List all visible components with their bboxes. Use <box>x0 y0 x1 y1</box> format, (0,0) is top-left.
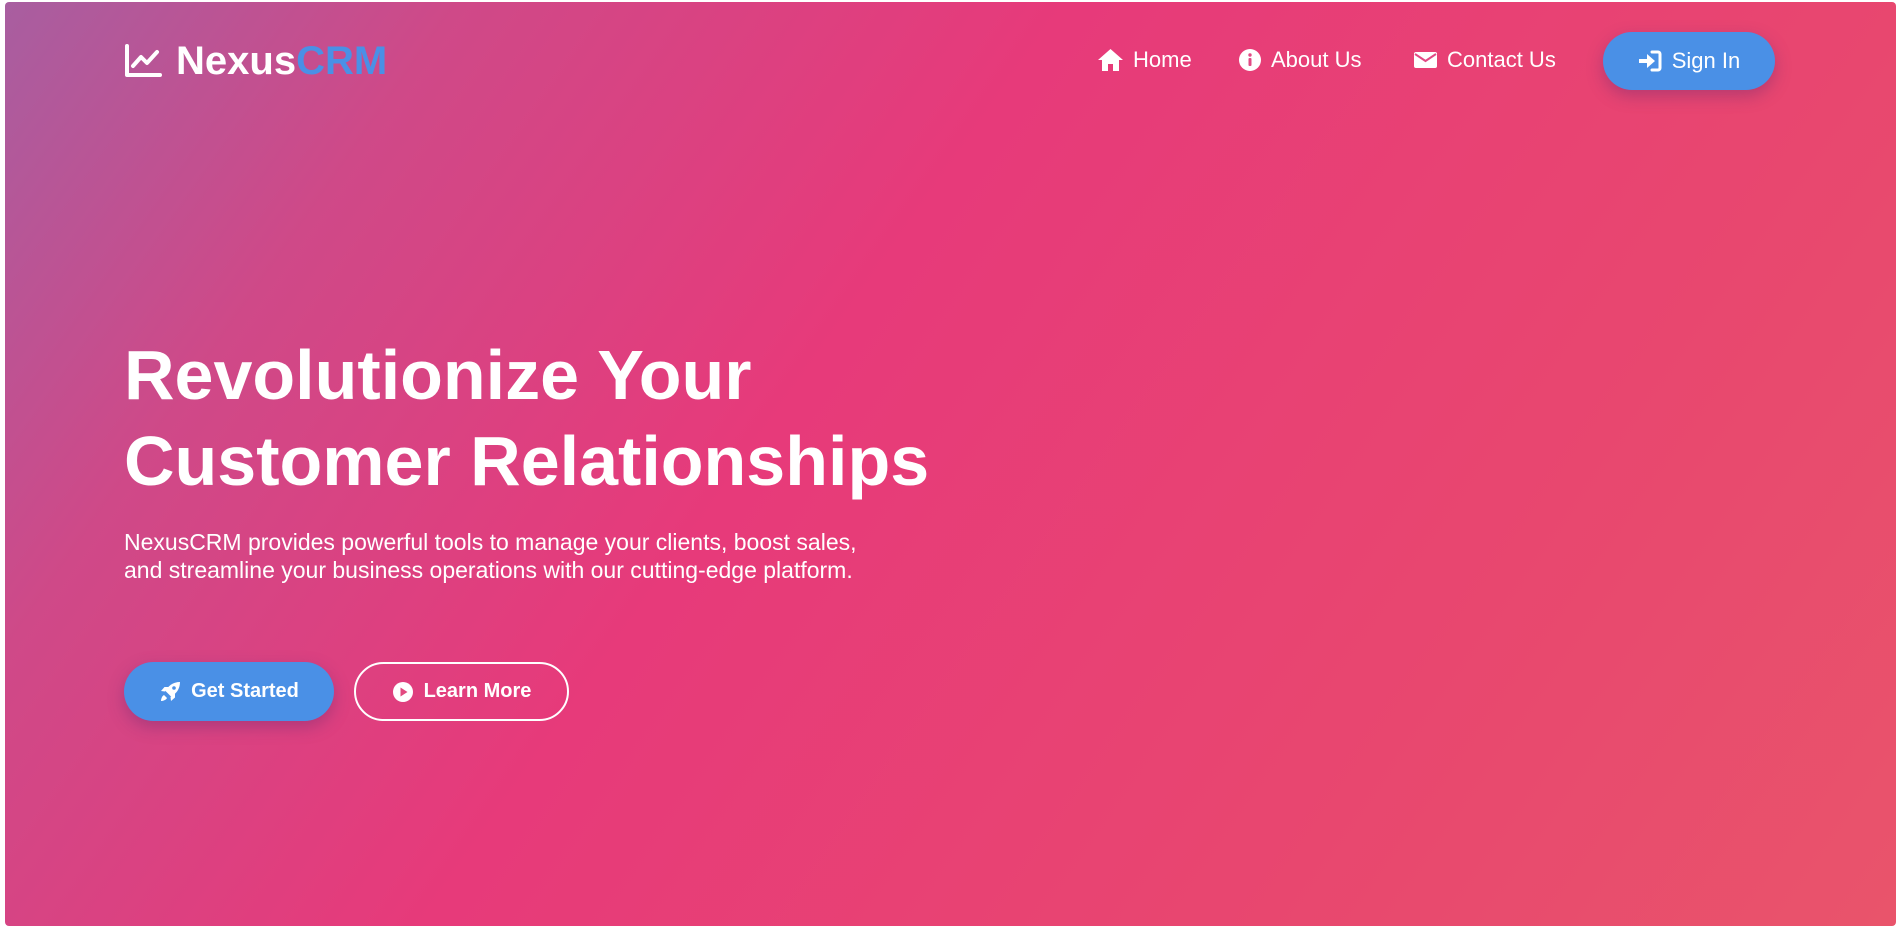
learn-more-button[interactable]: Learn More <box>354 662 569 721</box>
hero-headline: Revolutionize Your Customer Relationship… <box>124 332 1024 504</box>
nav-about-label: About Us <box>1271 47 1362 72</box>
sign-in-label: Sign In <box>1671 48 1741 73</box>
play-circle-icon <box>392 681 414 703</box>
nav-contact-label: Contact Us <box>1447 47 1556 72</box>
rocket-icon <box>159 681 181 703</box>
nav-home-link[interactable]: Home <box>1097 46 1192 74</box>
brand-name-accent: CRM <box>296 39 388 83</box>
envelope-icon <box>1413 50 1438 70</box>
get-started-button[interactable]: Get Started <box>124 662 334 721</box>
learn-more-label: Learn More <box>423 680 532 702</box>
info-circle-icon <box>1238 48 1262 72</box>
nav-about-link[interactable]: About Us <box>1238 46 1362 74</box>
sign-in-button[interactable]: Sign In <box>1603 32 1775 90</box>
brand-name: NexusCRM <box>176 38 387 84</box>
hero-headline-line2: Customer Relationships <box>124 422 930 500</box>
hero-section: NexusCRM Home About Us Contact Us Sign I… <box>5 2 1896 926</box>
hero-headline-line1: Revolutionize Your <box>124 336 752 414</box>
sign-in-icon <box>1638 50 1662 72</box>
brand-name-primary: Nexus <box>176 39 297 83</box>
get-started-label: Get Started <box>191 680 299 702</box>
nav-home-label: Home <box>1133 47 1192 72</box>
brand-logo[interactable]: NexusCRM <box>124 38 387 84</box>
chart-line-icon <box>124 44 162 78</box>
nav-contact-link[interactable]: Contact Us <box>1413 46 1556 74</box>
hero-subtitle: NexusCRM provides powerful tools to mana… <box>124 529 857 583</box>
home-icon <box>1097 48 1124 72</box>
